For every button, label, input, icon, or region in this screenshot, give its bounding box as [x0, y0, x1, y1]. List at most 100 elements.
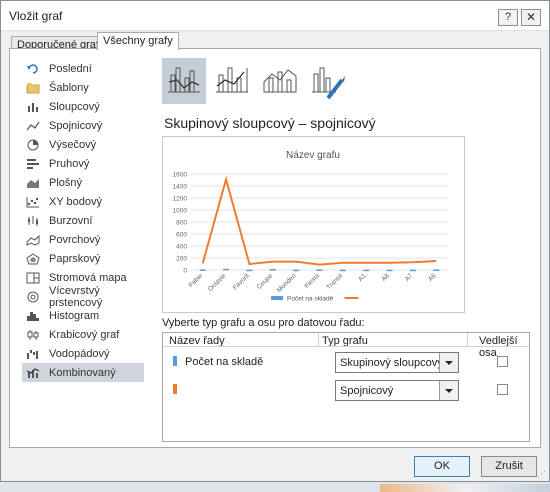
- x-tick-label: Favorit: [232, 272, 251, 291]
- sidebar-item-label: Sloupcový: [49, 100, 100, 113]
- chart-preview-canvas: Název grafu 0 200 400 600 800 1000 1200 1400 160…: [173, 150, 448, 303]
- column-chart-icon: [26, 101, 40, 113]
- sidebar-item-label: Burzovní: [49, 214, 93, 227]
- resize-grip-icon[interactable]: ⋰: [537, 469, 547, 479]
- chart-title: Název grafu: [286, 150, 340, 161]
- x-tick-label: Fiesta: [303, 272, 321, 290]
- y-tick-label: 400: [176, 244, 187, 251]
- header-divider: [318, 333, 319, 346]
- box-whisker-icon: [26, 329, 40, 341]
- chart-type-dropdown[interactable]: Spojnicový: [335, 380, 459, 401]
- pie-chart-icon: [26, 139, 40, 151]
- sidebar-item[interactable]: Burzovní: [22, 211, 144, 230]
- sidebar-item[interactable]: Paprskový: [22, 249, 144, 268]
- secondary-axis-checkbox[interactable]: [497, 356, 508, 367]
- x-tick-label: Mondeo: [276, 272, 298, 294]
- header-underline: [163, 346, 529, 347]
- chevron-down-icon[interactable]: [439, 381, 458, 400]
- surface-chart-icon: [26, 234, 40, 246]
- ok-button[interactable]: OK: [414, 456, 470, 477]
- bar: [339, 269, 346, 272]
- chart-type-dropdown[interactable]: Skupinový sloupcový: [335, 352, 459, 373]
- secondary-axis-checkbox[interactable]: [497, 384, 508, 395]
- x-tick-label: A1: [357, 272, 368, 283]
- header-divider: [467, 333, 468, 346]
- sunburst-icon: [26, 291, 40, 303]
- x-tick-label: Fabie: [188, 272, 205, 289]
- sidebar-item-label: Kombinovaný: [49, 366, 116, 379]
- sidebar-item-label: XY bodový: [49, 195, 103, 208]
- y-tick-label: 1600: [173, 172, 188, 179]
- sidebar-item[interactable]: Krabicový graf: [22, 325, 144, 344]
- chart-subtype-row: [162, 58, 534, 106]
- sidebar-item[interactable]: Výsečový: [22, 135, 144, 154]
- scatter-chart-icon: [26, 196, 40, 208]
- bar: [386, 269, 393, 272]
- waterfall-icon: [26, 348, 40, 360]
- custom-combination-icon[interactable]: [306, 58, 350, 104]
- sidebar-item[interactable]: XY bodový: [22, 192, 144, 211]
- combo-stacked-area-column-icon[interactable]: [258, 58, 302, 104]
- chart-type-value: Spojnicový: [340, 385, 394, 397]
- folder-icon: [26, 82, 40, 94]
- series-config-instruction: Vyberte typ grafu a osu pro datovou řadu…: [162, 317, 365, 329]
- series-name: Počet na skladě: [185, 356, 264, 368]
- sidebar-item[interactable]: Pruhový: [22, 154, 144, 173]
- bar: [316, 269, 323, 271]
- close-button[interactable]: ✕: [521, 9, 541, 26]
- series-color-swatch: [173, 384, 177, 394]
- y-tick-label: 1400: [173, 184, 188, 191]
- background-decoration: [380, 484, 550, 492]
- legend-swatch: [271, 296, 283, 300]
- selected-chart-type-title: Skupinový sloupcový – spojnicový: [164, 115, 376, 131]
- sidebar-item-label: Poslední: [49, 62, 92, 75]
- sidebar-item[interactable]: Kombinovaný: [22, 363, 144, 382]
- sidebar-item[interactable]: Histogram: [22, 306, 144, 325]
- sidebar-item[interactable]: Vícevrstvý prstencový: [22, 284, 144, 309]
- bar: [269, 269, 276, 271]
- insert-chart-dialog: Vložit graf ? ✕ Doporučené grafy Všechny…: [0, 0, 550, 482]
- sidebar-item[interactable]: Spojnicový: [22, 116, 144, 135]
- sidebar-item[interactable]: Plošný: [22, 173, 144, 192]
- chart-type-value: Skupinový sloupcový: [340, 357, 443, 369]
- background-strip: [0, 482, 550, 492]
- bar-chart-icon: [26, 158, 40, 170]
- x-tick-label: Transit: [325, 272, 344, 291]
- all-charts-panel: Poslední Šablony Sloupcový Spojnicový Výsečo…: [9, 48, 541, 448]
- sidebar-item-label: Pruhový: [49, 157, 90, 170]
- x-tick-label: A6: [427, 272, 438, 283]
- sidebar-item[interactable]: Šablony: [22, 78, 144, 97]
- sidebar-item-label: Vícevrstvý prstencový: [49, 284, 103, 309]
- cancel-button[interactable]: Zrušit: [481, 456, 537, 477]
- combo-clustered-column-line-icon[interactable]: [162, 58, 206, 104]
- tab-all-charts[interactable]: Všechny grafy: [97, 32, 179, 50]
- help-button[interactable]: ?: [498, 9, 518, 26]
- sidebar-item-label: Šablony: [49, 81, 89, 94]
- sidebar-item-label: Vodopádový: [49, 347, 110, 360]
- x-tick-label: Octavie: [207, 272, 228, 293]
- y-tick-label: 1200: [173, 196, 188, 203]
- x-tick-label: Coupe: [256, 272, 275, 291]
- chart-preview: Název grafu 0 200 400 600 800 1000 1200 1400 160…: [162, 136, 465, 313]
- bar: [363, 269, 370, 272]
- bar: [409, 269, 416, 272]
- sidebar-item-label: Povrchový: [49, 233, 101, 246]
- y-tick-label: 800: [176, 220, 187, 227]
- sidebar-item-label: Plošný: [49, 176, 83, 189]
- sidebar-item-label: Krabicový graf: [49, 328, 120, 341]
- chevron-down-icon[interactable]: [439, 353, 458, 372]
- treemap-icon: [26, 272, 40, 284]
- sidebar-item[interactable]: Sloupcový: [22, 97, 144, 116]
- dialog-title: Vložit graf: [9, 9, 63, 23]
- combo-chart-icon: [26, 367, 40, 379]
- sidebar-item-label: Paprskový: [49, 252, 101, 265]
- sidebar-item[interactable]: Poslední: [22, 59, 144, 78]
- bar: [293, 269, 300, 272]
- bar: [199, 269, 206, 271]
- y-tick-label: 600: [176, 232, 187, 239]
- combo-column-line-secondary-axis-icon[interactable]: [210, 58, 254, 104]
- sidebar-item[interactable]: Povrchový: [22, 230, 144, 249]
- radar-chart-icon: [26, 252, 40, 265]
- sidebar-item[interactable]: Vodopádový: [22, 344, 144, 363]
- sidebar-item-label: Stromová mapa: [49, 271, 127, 284]
